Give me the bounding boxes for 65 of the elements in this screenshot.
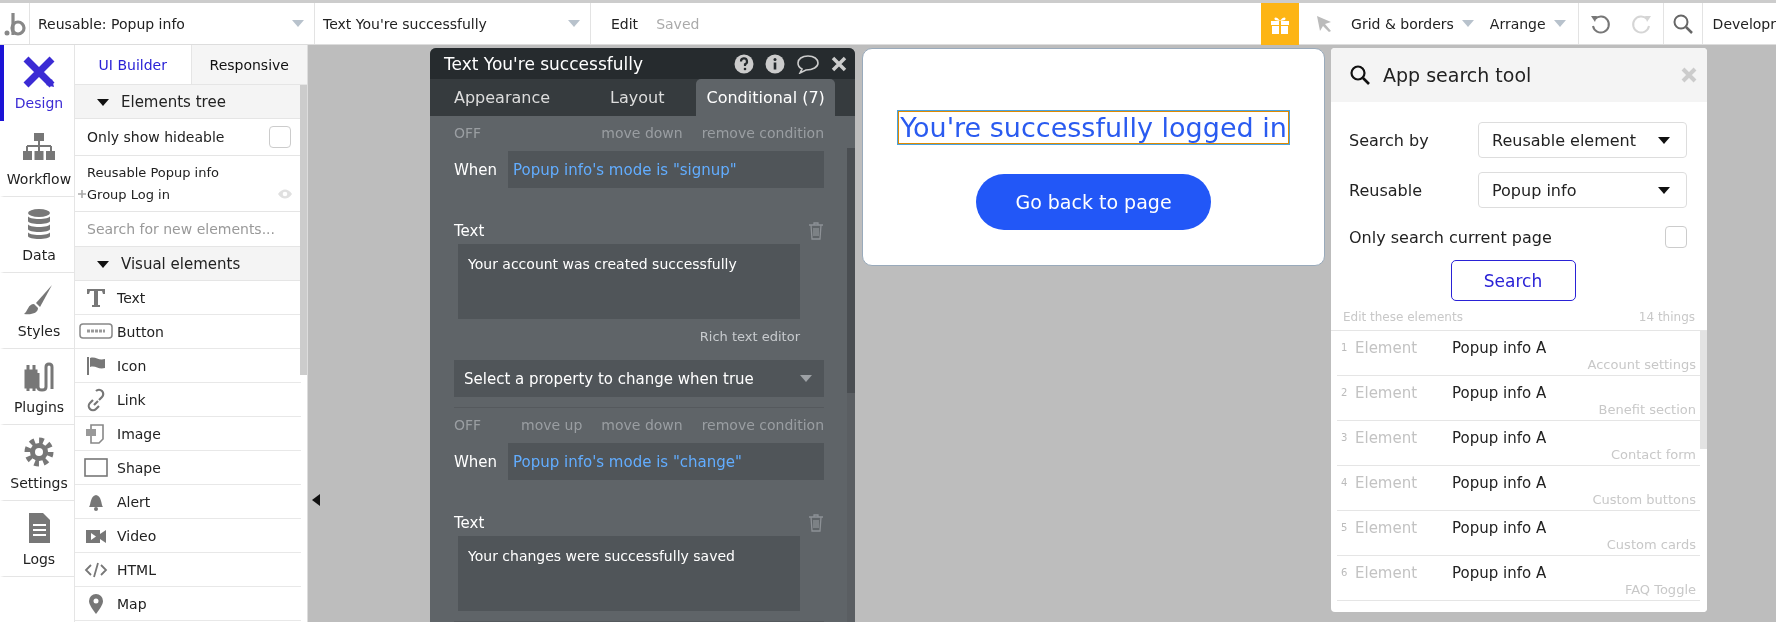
nav-styles-tab[interactable]: Styles — [0, 273, 74, 349]
environment-menu[interactable]: Developr — [1712, 15, 1776, 32]
nav-workflow-tab[interactable]: Workflow — [0, 121, 74, 197]
property-label: Text — [454, 222, 485, 240]
checkbox-label: Only show hideable — [87, 129, 225, 145]
row-number: 3 — [1340, 431, 1349, 443]
nav-plugins-tab[interactable]: Plugins — [0, 349, 74, 425]
when-label: When — [454, 452, 498, 471]
search-button[interactable]: Search — [1450, 260, 1576, 301]
popup-heading[interactable]: You're successfully logged in — [898, 111, 1289, 145]
result-type: Element — [1354, 564, 1419, 582]
result-type: Element — [1354, 519, 1419, 537]
element-palette-item[interactable]: Video — [75, 519, 301, 553]
go-back-button[interactable]: Go back to page — [976, 174, 1211, 231]
section-header[interactable]: Visual elements — [75, 247, 301, 281]
dropdown[interactable]: Reusable element — [1478, 122, 1687, 158]
nav-data-tab[interactable]: Data — [0, 197, 74, 273]
result-type: Element — [1354, 339, 1419, 357]
element-palette-item[interactable]: Alert — [75, 485, 301, 519]
element-palette-item[interactable]: Link — [75, 383, 301, 417]
editor-title: Text You're successfully — [444, 53, 643, 74]
arrange-menu[interactable]: Arrange — [1485, 3, 1579, 44]
nav-settings-tab[interactable]: Settings — [0, 425, 74, 501]
result-type: Element — [1354, 474, 1419, 492]
field-label: Search by — [1349, 130, 1429, 150]
nav-logs-tab[interactable]: Logs — [0, 501, 74, 577]
section-header[interactable]: Elements tree — [75, 85, 301, 119]
editor-tab[interactable]: Conditional (7) — [696, 79, 835, 116]
tree-item[interactable]: Reusable Popup info — [87, 164, 293, 180]
field-label: Reusable — [1349, 180, 1422, 200]
property-label: Text — [454, 514, 485, 532]
result-name: Popup info A — [1452, 519, 1547, 537]
row-number: 6 — [1340, 566, 1349, 578]
editor-tab[interactable]: Appearance — [430, 79, 571, 116]
row-number: 2 — [1340, 386, 1349, 398]
panel-tab[interactable]: Responsive — [191, 45, 307, 84]
tree-item[interactable]: Group Log in — [87, 186, 277, 202]
result-type: Element — [1354, 429, 1419, 447]
result-type: Element — [1354, 384, 1419, 402]
result-name: Popup info A — [1452, 384, 1547, 402]
element-dropdown[interactable]: Text You're successfully — [315, 3, 591, 44]
when-label: When — [454, 160, 498, 179]
element-palette-item[interactable]: HTML — [75, 553, 301, 587]
edit-menu[interactable]: Edit — [611, 15, 639, 32]
grid-borders-menu[interactable]: Grid & borders — [1347, 3, 1486, 44]
rich-text-editor-link[interactable]: Rich text editor — [454, 329, 800, 344]
result-name: Popup info A — [1452, 474, 1547, 492]
row-number: 5 — [1340, 521, 1349, 533]
text-value-field[interactable]: Your account was created successfully — [458, 244, 800, 319]
page-dropdown[interactable]: Reusable: Popup info — [30, 3, 315, 44]
search-tool-title: App search tool — [1383, 64, 1533, 86]
editor-tab[interactable]: Layout — [590, 79, 685, 116]
element-palette-item[interactable]: Image — [75, 417, 301, 451]
element-palette-item[interactable]: Map — [75, 587, 301, 621]
row-number: 1 — [1340, 341, 1349, 353]
element-palette-item[interactable]: Shape — [75, 451, 301, 485]
row-number: 4 — [1340, 476, 1349, 488]
result-name: Popup info A — [1452, 429, 1547, 447]
dropdown[interactable]: Popup info — [1478, 172, 1687, 208]
result-name: Popup info A — [1452, 564, 1547, 582]
text-value-field[interactable]: Your changes were successfully saved — [458, 536, 800, 611]
checkbox-label: Only search current page — [1349, 227, 1552, 247]
property-select[interactable]: Select a property to change when true — [454, 360, 824, 397]
result-name: Popup info A — [1452, 339, 1547, 357]
saved-status: Saved — [656, 15, 700, 32]
